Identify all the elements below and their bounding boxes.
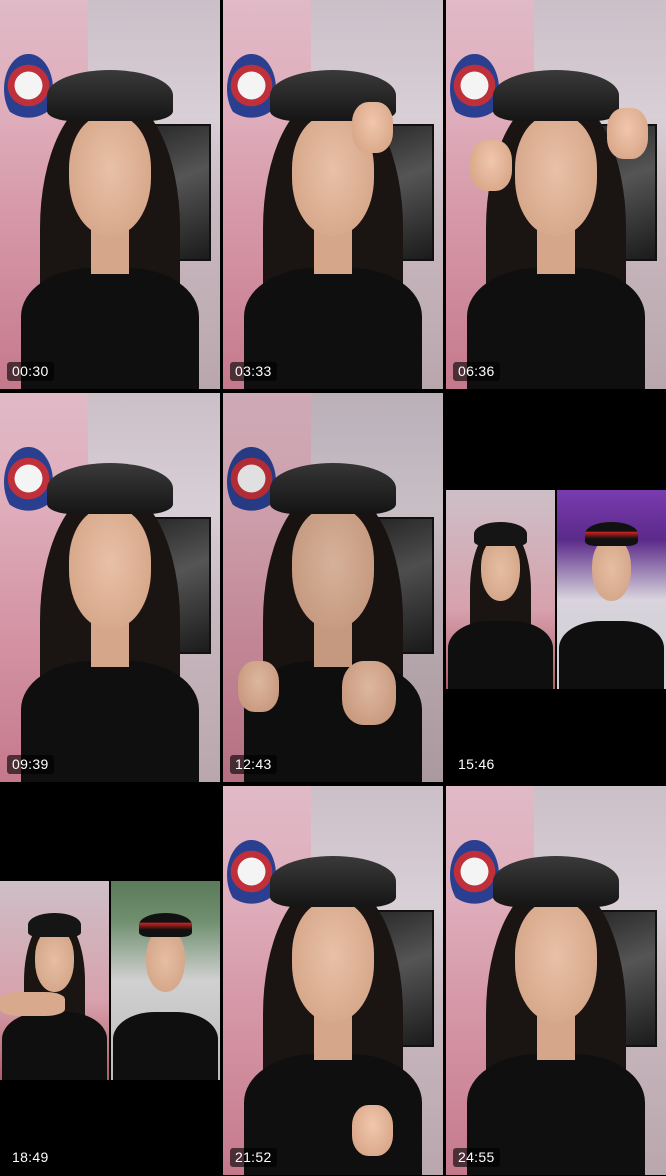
- frame-image: [223, 0, 443, 389]
- frame-image-right: [557, 490, 666, 689]
- frame-image-split: [446, 490, 666, 689]
- frame-timestamp: 09:39: [7, 755, 54, 774]
- video-frame-thumbnail[interactable]: 06:36: [446, 0, 666, 389]
- video-frame-thumbnail[interactable]: 09:39: [0, 393, 220, 782]
- frame-timestamp: 15:46: [458, 756, 495, 772]
- video-frame-thumbnail[interactable]: 24:55: [446, 786, 666, 1175]
- frame-image: [223, 786, 443, 1175]
- video-frame-thumbnail[interactable]: 21:52: [223, 786, 443, 1175]
- frame-image: [0, 0, 220, 389]
- video-frame-thumbnail[interactable]: 03:33: [223, 0, 443, 389]
- frame-image: [446, 786, 666, 1175]
- video-frame-thumbnail[interactable]: 18:49: [0, 786, 220, 1175]
- frame-image-split: [0, 881, 220, 1080]
- frame-image-right: [111, 881, 220, 1080]
- frame-timestamp: 24:55: [453, 1148, 500, 1167]
- frame-timestamp: 00:30: [7, 362, 54, 381]
- frame-image-left: [446, 490, 555, 689]
- frame-image: [223, 393, 443, 782]
- frame-timestamp: 18:49: [12, 1149, 49, 1165]
- frame-timestamp: 03:33: [230, 362, 277, 381]
- video-frame-thumbnail[interactable]: 15:46: [446, 393, 666, 782]
- frame-image-left: [0, 881, 109, 1080]
- frame-timestamp: 21:52: [230, 1148, 277, 1167]
- video-frame-grid: 00:30 03:33 06:36 09:39 12:43 15:46 18:4…: [0, 0, 666, 1176]
- frame-image: [446, 0, 666, 389]
- video-frame-thumbnail[interactable]: 12:43: [223, 393, 443, 782]
- video-frame-thumbnail[interactable]: 00:30: [0, 0, 220, 389]
- frame-timestamp: 12:43: [230, 755, 277, 774]
- frame-image: [0, 393, 220, 782]
- frame-timestamp: 06:36: [453, 362, 500, 381]
